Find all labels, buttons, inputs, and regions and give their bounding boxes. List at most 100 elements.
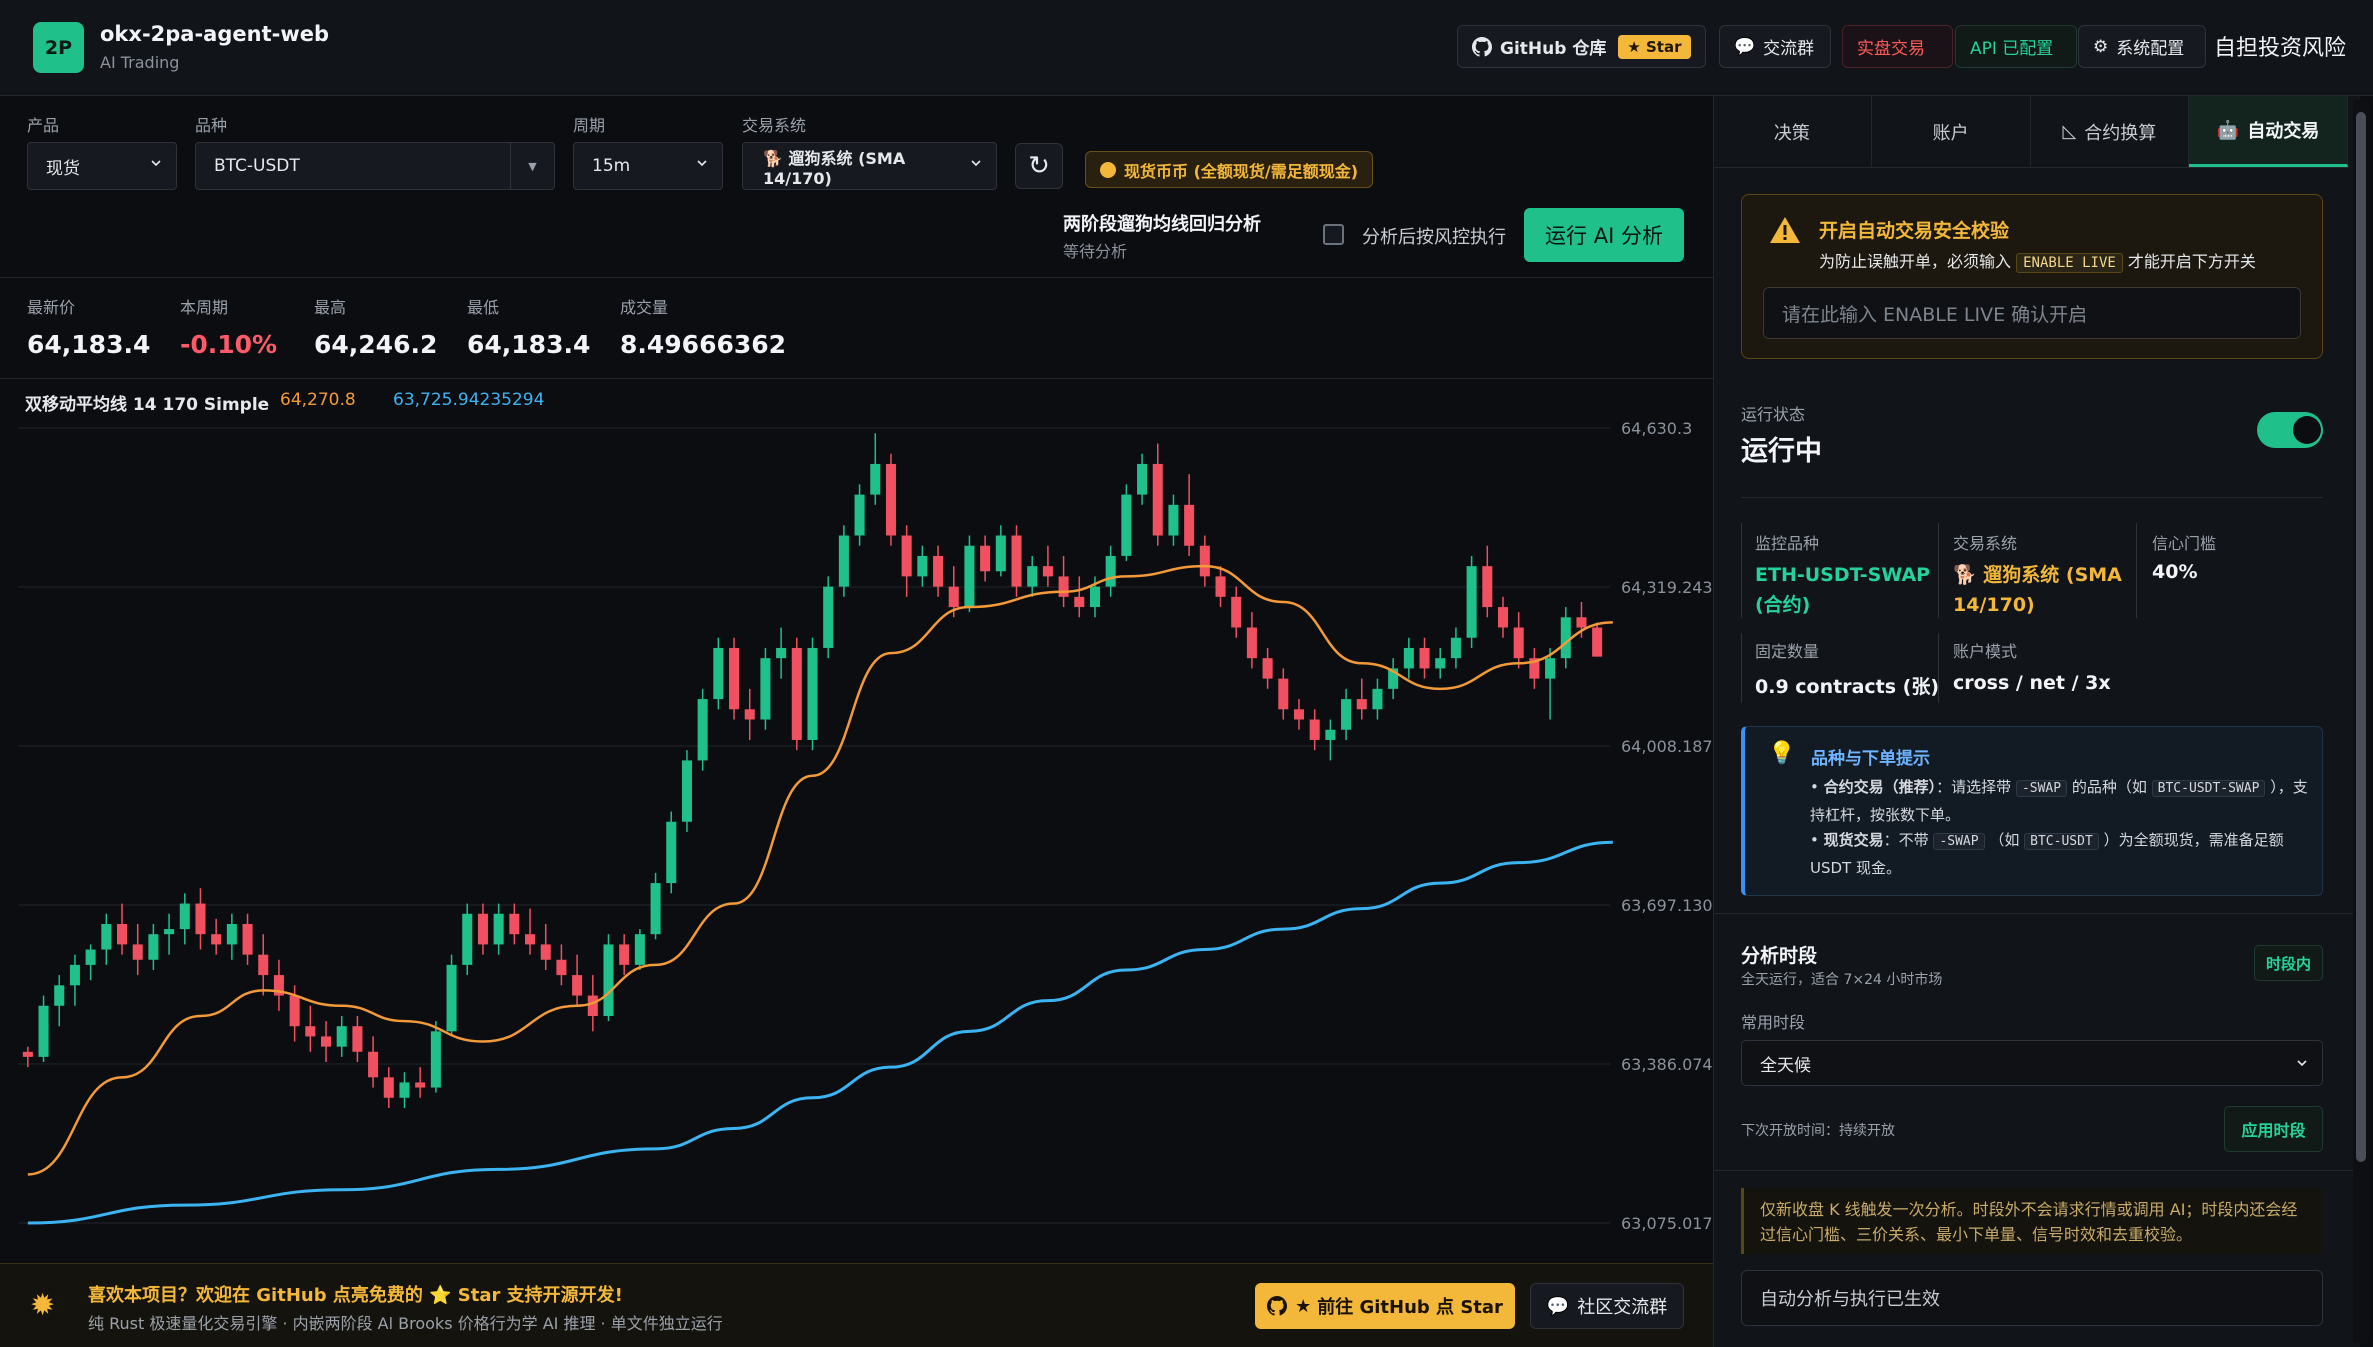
- price-chart[interactable]: 64,630.3 64,319.24352 64,008.18705 63,697.1…: [0, 410, 1713, 1265]
- y-tick-label: 64,630.3: [1621, 419, 1692, 438]
- system-value: 🐕 遛狗系统 (SMA 14/170): [763, 148, 906, 188]
- trade-system-value: 🐕 遛狗系统 (SMA 14/170): [1953, 564, 2122, 616]
- sparkle-icon: ✹: [30, 1288, 56, 1323]
- robot-icon: 🤖: [2216, 119, 2240, 141]
- candle-body: [807, 647, 818, 740]
- live-trading-button[interactable]: 实盘交易: [1842, 25, 1953, 68]
- run-status-value: 运行中: [1741, 436, 1822, 467]
- stat-low-value: 64,183.4: [467, 330, 591, 359]
- grid-divider: [1938, 633, 1939, 703]
- footer-title: 喜欢本项目？欢迎在 GitHub 点亮免费的 ⭐ Star 支持开源开发!: [88, 1285, 623, 1306]
- chevron-down-icon: [2297, 1060, 2307, 1067]
- stat-last-label: 最新价: [27, 298, 76, 317]
- tab-contract-convert-label: 合约换算: [2084, 122, 2157, 144]
- candle-body: [791, 647, 802, 740]
- github-icon: [1267, 1296, 1288, 1316]
- period-value: 15m: [592, 156, 631, 176]
- enable-live-input[interactable]: 请在此输入 ENABLE LIVE 确认开启: [1763, 287, 2301, 339]
- scrollbar-thumb[interactable]: [2356, 112, 2366, 1162]
- star-badge: ★ Star: [1618, 34, 1691, 59]
- toggle-knob[interactable]: [2293, 416, 2321, 444]
- candle-body: [1435, 658, 1446, 669]
- github-star-button[interactable]: ★ 前往 GitHub 点 Star: [1255, 1283, 1515, 1329]
- candle-body: [320, 1036, 332, 1047]
- candle-body: [22, 1051, 33, 1057]
- candle-body: [744, 709, 755, 720]
- tip2-code2: BTC-USDT: [2024, 833, 2099, 850]
- symbol-combobox[interactable]: BTC-USDT ▼: [195, 142, 555, 190]
- tab-auto-trading[interactable]: 🤖 自动交易: [2189, 96, 2348, 167]
- chevron-down-icon: [971, 160, 981, 167]
- candle-body: [1419, 647, 1430, 669]
- symbol-dropdown-toggle[interactable]: ▼: [510, 143, 554, 189]
- candle-body: [116, 923, 128, 945]
- candle-body: [69, 964, 80, 986]
- candle-body: [54, 985, 65, 1006]
- y-tick-label: 63,386.07411: [1621, 1055, 1713, 1074]
- candle-body: [132, 944, 143, 960]
- qty-label: 固定数量: [1755, 642, 1820, 661]
- side-tabs: 决策 账户 ◺ 合约换算 🤖 自动交易: [1713, 96, 2348, 168]
- order-tip-title: 品种与下单提示: [1811, 749, 1930, 769]
- candle-body: [509, 913, 520, 935]
- period-section-title: 分析时段: [1741, 945, 1818, 967]
- community-button[interactable]: 💬 交流群: [1719, 25, 1831, 68]
- candle-body: [1089, 586, 1100, 608]
- candle-body: [1058, 576, 1069, 597]
- api-status-button[interactable]: API 已配置: [1955, 25, 2077, 68]
- apply-period-button[interactable]: 应用时段: [2224, 1106, 2323, 1152]
- candle-body: [258, 954, 269, 976]
- candle-body: [729, 647, 740, 710]
- tab-contract-convert[interactable]: ◺ 合约换算: [2031, 96, 2190, 167]
- product-select[interactable]: 现货: [27, 142, 177, 190]
- divider: [1713, 913, 2353, 914]
- confidence-label: 信心门槛: [2152, 534, 2217, 553]
- spot-mode-badge: 现货币币 (全额现货/需足额现金): [1085, 151, 1374, 188]
- candle-body: [493, 913, 504, 945]
- run-ai-analysis-button[interactable]: 运行 AI 分析: [1524, 208, 1684, 262]
- candle-body: [462, 913, 473, 965]
- divider: [1713, 1170, 2353, 1171]
- system-label: 交易系统: [742, 116, 807, 135]
- monitor-label: 监控品种: [1755, 534, 1820, 553]
- ma-slow-value: 63,725.94235294: [393, 390, 545, 410]
- candle-body: [1137, 463, 1148, 495]
- refresh-button[interactable]: ↻: [1015, 143, 1063, 189]
- common-period-label: 常用时段: [1741, 1013, 1806, 1032]
- tip1-bold: 合约交易（推荐）: [1823, 778, 1937, 796]
- confidence-value: 40%: [2152, 561, 2198, 583]
- in-period-badge: 时段内: [2254, 945, 2323, 981]
- candle-body: [211, 934, 222, 945]
- period-select[interactable]: 15m: [573, 142, 723, 190]
- common-period-select[interactable]: 全天候: [1741, 1040, 2323, 1086]
- candle-body: [1246, 627, 1257, 659]
- tab-auto-trading-label: 自动交易: [2247, 121, 2320, 142]
- candle-body: [619, 944, 630, 965]
- risk-execute-label[interactable]: 分析后按风控执行: [1362, 223, 1506, 249]
- tab-account[interactable]: 账户: [1872, 96, 2031, 167]
- candle-body: [1372, 688, 1383, 710]
- symbol-label: 品种: [195, 116, 228, 135]
- trade-system-label: 交易系统: [1953, 534, 2018, 553]
- tab-decision-label: 决策: [1773, 122, 1810, 144]
- order-tip-line-2: • 现货交易：不带 -SWAP （如 BTC-USDT ）为全额现货，需准备足额…: [1810, 831, 2284, 877]
- candle-body: [336, 1026, 347, 1047]
- github-button[interactable]: GitHub 仓库 ★ Star: [1457, 25, 1706, 68]
- candle-body: [603, 944, 614, 1016]
- candle-body: [1309, 719, 1320, 740]
- candle-body: [415, 1082, 426, 1088]
- candle-body: [885, 463, 896, 536]
- chevron-down-icon: [151, 160, 161, 167]
- tip1-b: 的品种（如: [2071, 778, 2147, 796]
- tip1-code2: BTC-USDT-SWAP: [2151, 780, 2266, 797]
- system-select[interactable]: 🐕 遛狗系统 (SMA 14/170): [742, 142, 997, 190]
- tab-decision[interactable]: 决策: [1713, 96, 1872, 167]
- ruler-icon: ◺: [2062, 121, 2077, 142]
- candle-body: [399, 1082, 410, 1098]
- settings-button[interactable]: ⚙ 系统配置: [2078, 25, 2206, 68]
- candle-body: [1403, 647, 1414, 669]
- risk-execute-checkbox[interactable]: [1323, 224, 1344, 245]
- community-group-button[interactable]: 💬 社区交流群: [1530, 1283, 1684, 1329]
- grid-divider: [1741, 633, 1742, 703]
- candle-body: [101, 923, 112, 950]
